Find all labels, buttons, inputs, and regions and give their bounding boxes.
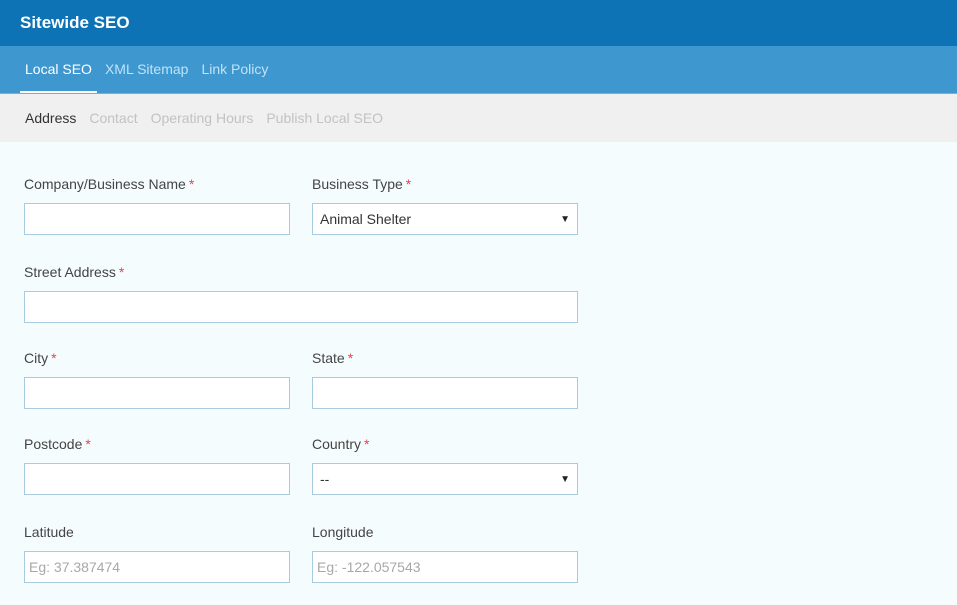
required-marker: * bbox=[364, 436, 370, 452]
subtab-contact[interactable]: Contact bbox=[89, 110, 137, 126]
tab-link-policy[interactable]: Link Policy bbox=[196, 46, 273, 93]
street-address-field: Street Address * bbox=[24, 264, 578, 323]
latitude-field: Latitude bbox=[24, 524, 290, 583]
business-type-value: Animal Shelter bbox=[320, 211, 412, 227]
company-name-label: Company/Business Name * bbox=[24, 176, 195, 192]
country-field: Country * -- ▼ bbox=[312, 436, 578, 495]
country-label: Country * bbox=[312, 436, 370, 452]
state-label: State * bbox=[312, 350, 354, 366]
longitude-input[interactable] bbox=[312, 551, 578, 583]
main-tabs: Local SEO XML Sitemap Link Policy bbox=[0, 46, 957, 94]
required-marker: * bbox=[85, 436, 91, 452]
required-marker: * bbox=[347, 350, 354, 366]
subtab-operating-hours[interactable]: Operating Hours bbox=[151, 110, 254, 126]
country-value: -- bbox=[320, 471, 330, 487]
city-input[interactable] bbox=[24, 377, 290, 409]
caret-down-icon: ▼ bbox=[560, 213, 570, 225]
longitude-label: Longitude bbox=[312, 524, 374, 540]
subtab-publish-local-seo[interactable]: Publish Local SEO bbox=[266, 110, 383, 126]
required-marker: * bbox=[405, 176, 412, 192]
company-name-input[interactable] bbox=[24, 203, 290, 235]
tab-local-seo[interactable]: Local SEO bbox=[20, 46, 97, 93]
city-field: City * bbox=[24, 350, 290, 409]
business-type-field: Business Type * Animal Shelter ▼ bbox=[312, 176, 578, 235]
street-address-label: Street Address * bbox=[24, 264, 125, 280]
postcode-label: Postcode * bbox=[24, 436, 91, 452]
business-type-label: Business Type * bbox=[312, 176, 412, 192]
required-marker: * bbox=[51, 350, 57, 366]
city-label: City * bbox=[24, 350, 57, 366]
longitude-field: Longitude bbox=[312, 524, 578, 583]
page-title: Sitewide SEO bbox=[20, 13, 130, 32]
latitude-input[interactable] bbox=[24, 551, 290, 583]
tab-xml-sitemap[interactable]: XML Sitemap bbox=[100, 46, 194, 93]
subtab-address[interactable]: Address bbox=[25, 110, 76, 126]
street-address-input[interactable] bbox=[24, 291, 578, 323]
app-header: Sitewide SEO bbox=[0, 0, 957, 46]
business-type-select[interactable]: Animal Shelter ▼ bbox=[312, 203, 578, 235]
state-field: State * bbox=[312, 350, 578, 409]
latitude-label: Latitude bbox=[24, 524, 74, 540]
address-form: Company/Business Name * Business Type * An… bbox=[0, 142, 957, 605]
state-input[interactable] bbox=[312, 377, 578, 409]
required-marker: * bbox=[118, 264, 125, 280]
required-marker: * bbox=[188, 176, 195, 192]
company-name-field: Company/Business Name * bbox=[24, 176, 290, 235]
sub-tabs: Address Contact Operating Hours Publish … bbox=[0, 94, 957, 142]
country-select[interactable]: -- ▼ bbox=[312, 463, 578, 495]
caret-down-icon: ▼ bbox=[560, 473, 570, 485]
postcode-input[interactable] bbox=[24, 463, 290, 495]
postcode-field: Postcode * bbox=[24, 436, 290, 495]
